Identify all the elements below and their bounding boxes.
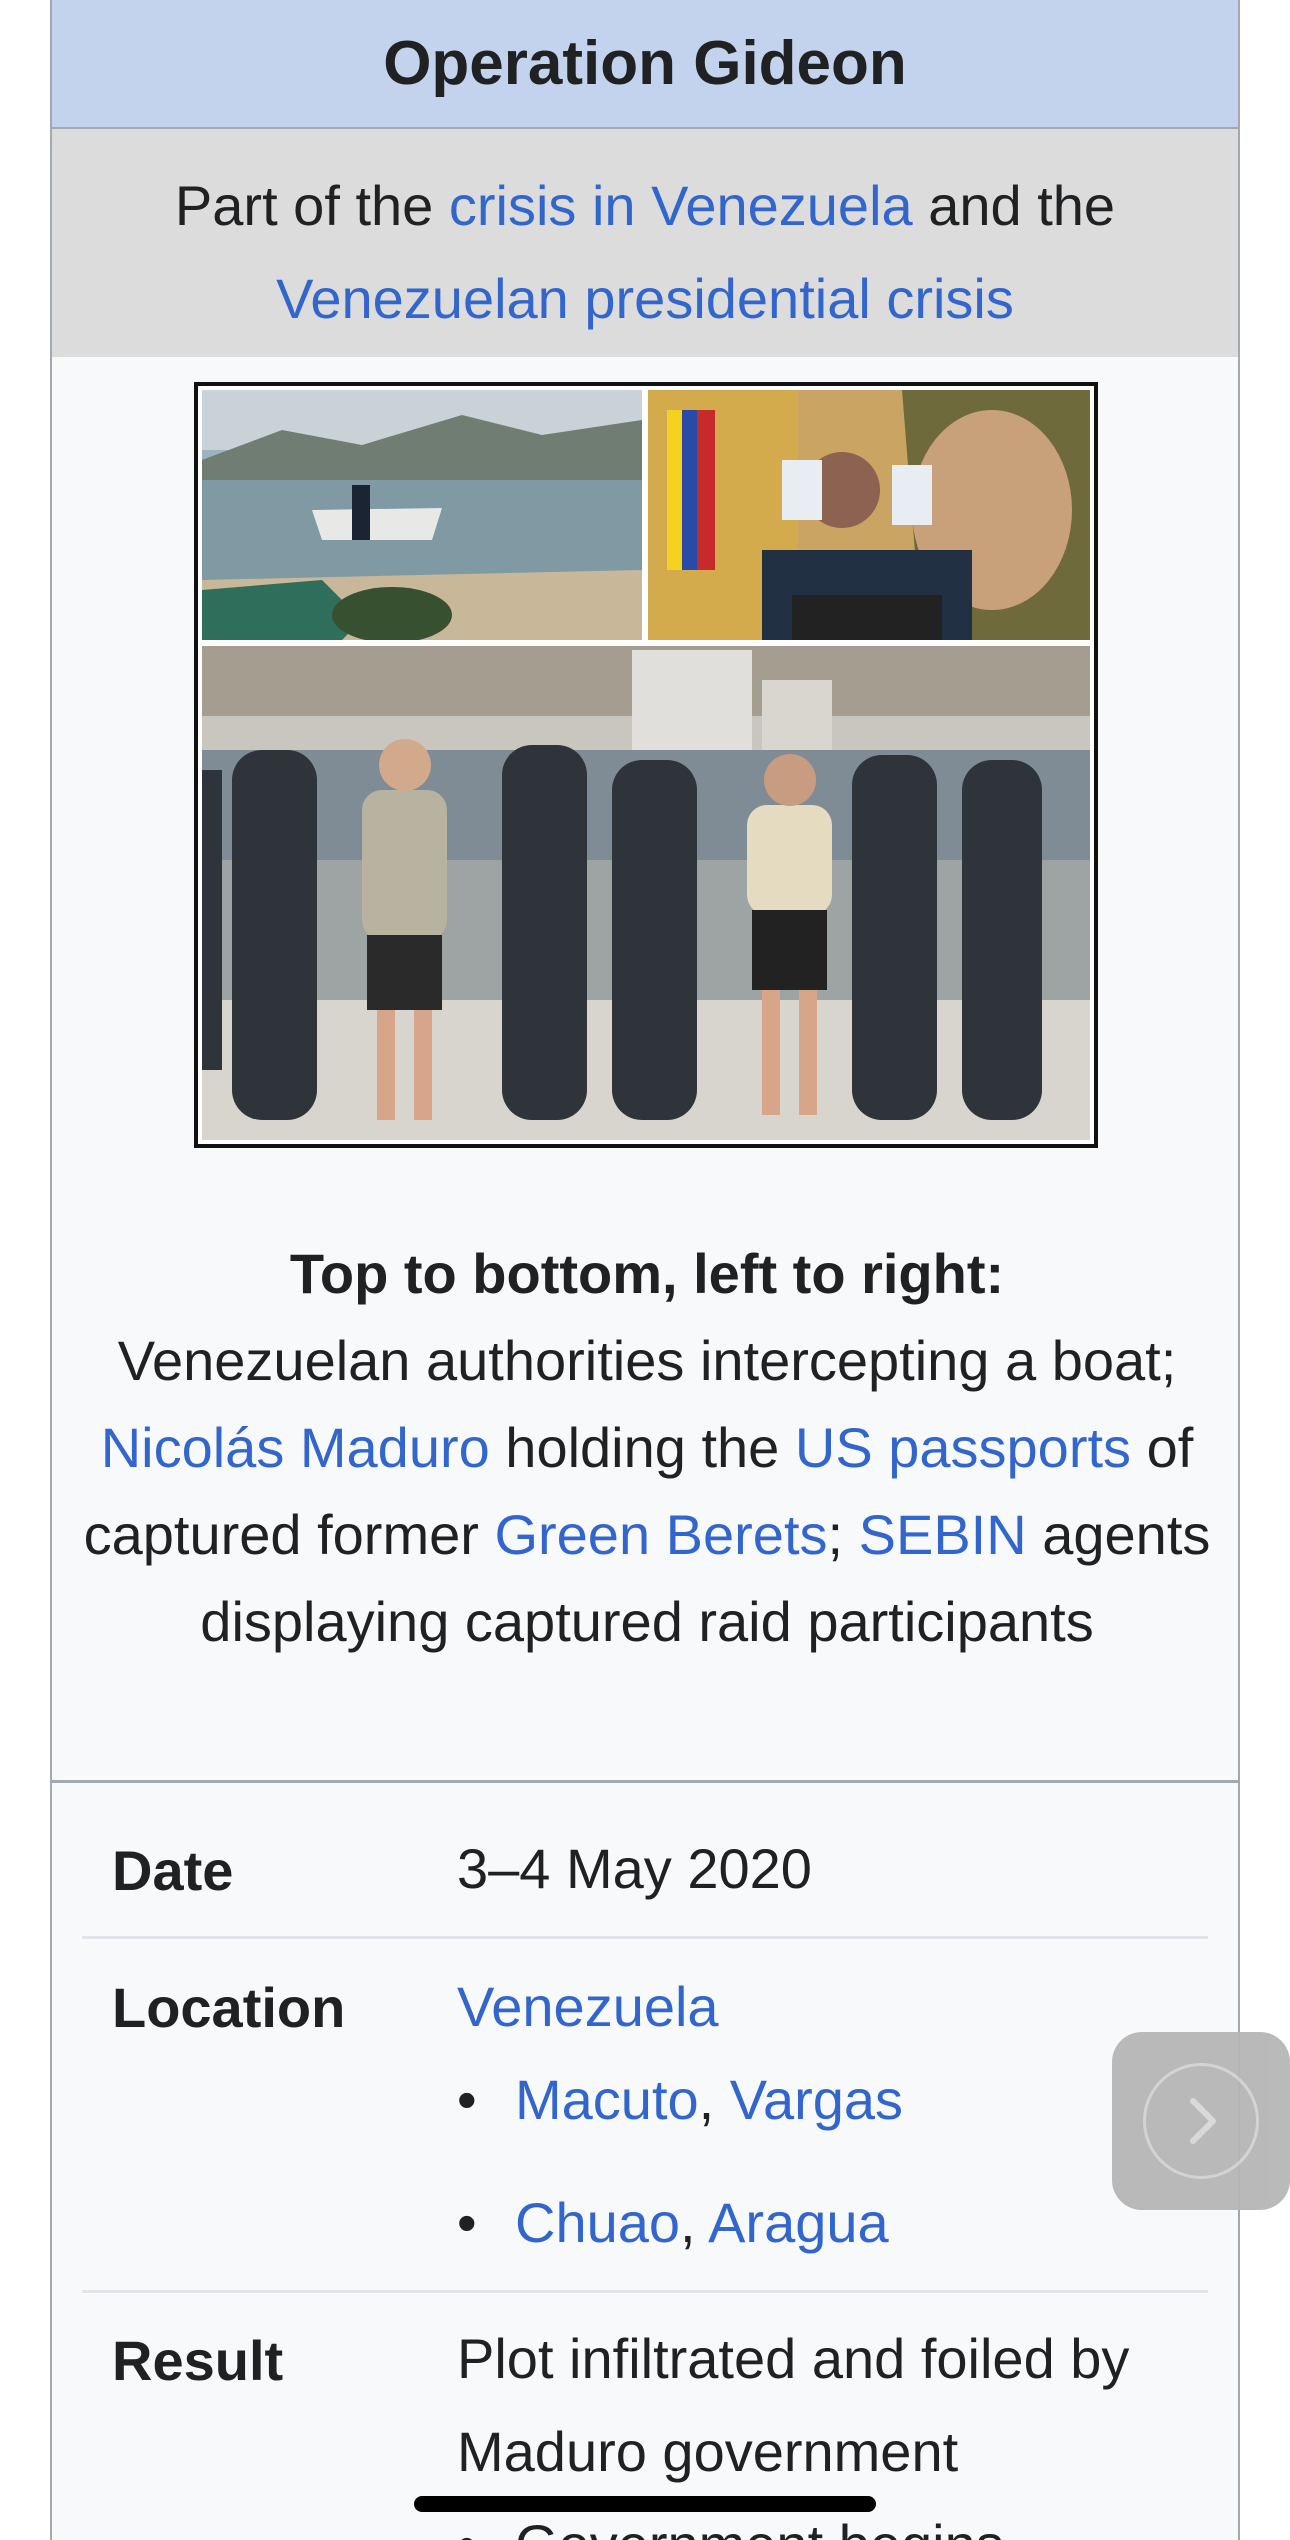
aragua-link[interactable]: Aragua [708,2191,889,2254]
boat-interception-photo [202,390,642,643]
presidential-crisis-link[interactable]: Venezuelan presidential crisis [276,267,1014,330]
chuao-link[interactable]: Chuao [515,2191,680,2254]
infobox-title: Operation Gideon [52,0,1238,129]
caption-text-2: holding the [489,1416,795,1479]
caption-text-1: Venezuelan authorities intercepting a bo… [117,1329,1177,1392]
green-berets-link[interactable]: Green Berets [494,1503,827,1566]
us-passports-link[interactable]: US passports [795,1416,1131,1479]
venezuela-link[interactable]: Venezuela [457,1975,719,2038]
nicolas-maduro-link[interactable]: Nicolás Maduro [101,1416,490,1479]
part-of-middle: and the [912,174,1116,237]
row-divider [82,1936,1208,1939]
infobox-image[interactable] [194,382,1098,1148]
caption-text-4: ; [827,1503,859,1566]
chevron-right-icon [1143,2063,1259,2179]
part-of-section: Part of the crisis in Venezuela and the … [52,129,1238,357]
date-label: Date [112,1839,234,1902]
part-of-prefix: Part of the [174,174,449,237]
date-value: 3–4 May 2020 [457,1837,812,1900]
section-divider [52,1780,1238,1783]
caption-lead: Top to bottom, left to right: [289,1242,1005,1305]
next-button[interactable] [1112,2032,1290,2210]
row-divider [82,2290,1208,2293]
maduro-passports-photo [648,390,1090,640]
list-item: Chuao, Aragua [457,2176,1177,2269]
location-value: Venezuela Macuto, Vargas Chuao, Aragua [457,1960,1177,2269]
vargas-link[interactable]: Vargas [730,2068,903,2131]
crisis-in-venezuela-link[interactable]: crisis in Venezuela [449,174,913,237]
location-label: Location [112,1976,346,2039]
captured-participants-photo [202,646,1090,1140]
image-caption: Top to bottom, left to right: Venezuelan… [72,1230,1222,1665]
list-item: Macuto, Vargas [457,2053,1177,2146]
result-text: Plot infiltrated and foiled by Maduro go… [457,2327,1130,2483]
result-label: Result [112,2329,284,2392]
infobox: Operation Gideon Part of the crisis in V… [50,0,1240,2540]
sebin-link[interactable]: SEBIN [859,1503,1027,1566]
macuto-link[interactable]: Macuto [515,2068,699,2131]
photo-collage [202,390,1090,1140]
location-list: Macuto, Vargas Chuao, Aragua [457,2053,1177,2269]
home-indicator[interactable] [414,2496,876,2512]
